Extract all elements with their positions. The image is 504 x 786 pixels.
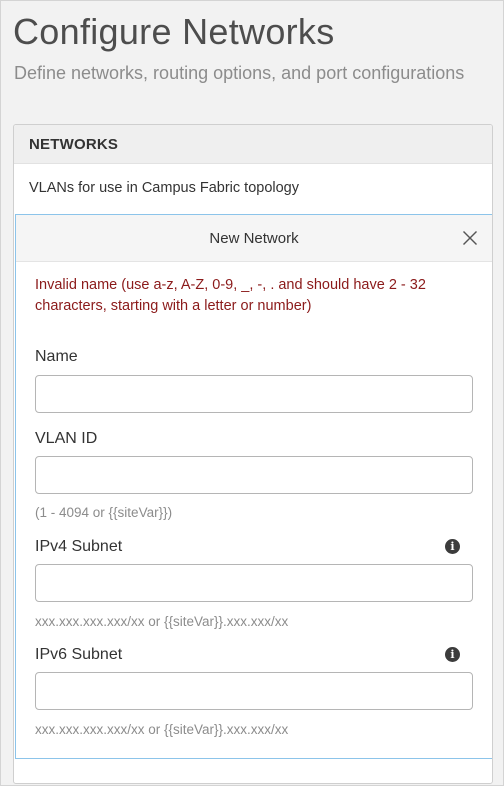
ipv4-info-icon[interactable]: i	[445, 539, 460, 554]
ipv6-info-icon[interactable]: i	[445, 647, 460, 662]
ipv4-subnet-input[interactable]	[35, 564, 473, 602]
name-input[interactable]	[35, 375, 473, 413]
ipv6-subnet-hint: xxx.xxx.xxx.xxx/xx or {{siteVar}}.xxx.xx…	[35, 722, 289, 737]
name-label: Name	[35, 348, 78, 365]
page-subtitle: Define networks, routing options, and po…	[14, 63, 465, 83]
vlan-id-hint: (1 - 4094 or {{siteVar}})	[35, 505, 173, 520]
new-network-panel: New Network Invalid name (use a-z, A-Z, …	[15, 214, 492, 759]
networks-card: NETWORKS VLANs for use in Campus Fabric …	[13, 124, 493, 784]
ipv6-subnet-input[interactable]	[35, 672, 473, 710]
new-network-header: New Network	[16, 215, 492, 262]
error-message: Invalid name (use a-z, A-Z, 0-9, _, -, .…	[35, 277, 426, 314]
vlan-id-label: VLAN ID	[35, 430, 98, 447]
networks-header: NETWORKS	[14, 125, 492, 164]
ipv4-subnet-hint: xxx.xxx.xxx.xxx/xx or {{siteVar}}.xxx.xx…	[35, 614, 289, 629]
page-title: Configure Networks	[13, 11, 335, 52]
networks-description: VLANs for use in Campus Fabric topology	[29, 180, 299, 196]
ipv6-subnet-label: IPv6 Subnet	[35, 646, 123, 663]
close-icon[interactable]	[462, 230, 478, 246]
vlan-id-input[interactable]	[35, 456, 473, 494]
new-network-title: New Network	[209, 230, 299, 247]
ipv4-subnet-label: IPv4 Subnet	[35, 538, 123, 555]
